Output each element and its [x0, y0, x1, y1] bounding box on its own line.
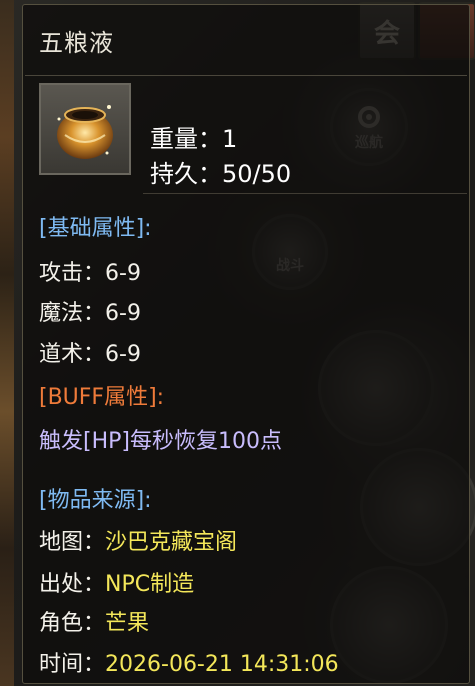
buff-attrs-heading: [BUFF属性]: [39, 385, 165, 410]
attr-value: 6-9 [105, 301, 141, 326]
left-edge-decor [0, 0, 14, 686]
weight-row: 重量：1 [150, 119, 237, 154]
buff-effect: 触发[HP]每秒恢复100点 [39, 429, 282, 454]
source-label: 时间： [39, 652, 106, 677]
golden-pot-icon [57, 105, 113, 159]
attr-label: 攻击： [39, 261, 106, 286]
attr-row-taoism: 道术：6-9 [39, 336, 141, 368]
weight-label: 重量： [150, 125, 222, 153]
source-value: 2026-06-21 14:31:06 [105, 652, 339, 677]
attr-label: 魔法： [39, 301, 106, 326]
item-tooltip: 五粮液 重量：1 持久：50/50 [基础属性]: 攻击：6-9 魔法：6-9 … [22, 4, 470, 684]
source-label: 出处： [39, 572, 106, 597]
source-heading: [物品来源]: [39, 488, 152, 513]
source-row-time: 时间：2026-06-21 14:31:06 [39, 646, 339, 678]
attr-value: 6-9 [105, 261, 141, 286]
attr-row-attack: 攻击：6-9 [39, 255, 141, 287]
weight-value: 1 [222, 125, 238, 153]
source-row-role: 角色：芒果 [39, 605, 149, 637]
stats-divider [143, 193, 467, 194]
source-value: 沙巴克藏宝阁 [105, 530, 238, 555]
source-value: 芒果 [105, 611, 150, 636]
source-row-origin: 出处：NPC制造 [39, 566, 194, 598]
source-value: NPC制造 [105, 572, 195, 597]
title-divider [25, 75, 467, 76]
source-label: 角色： [39, 611, 106, 636]
item-name: 五粮液 [39, 29, 114, 57]
source-label: 地图： [39, 530, 106, 555]
attr-label: 道术： [39, 342, 106, 367]
attr-value: 6-9 [105, 342, 141, 367]
durability-row: 持久：50/50 [150, 154, 291, 189]
durability-label: 持久： [150, 160, 222, 188]
attr-row-magic: 魔法：6-9 [39, 295, 141, 327]
base-attrs-heading: [基础属性]: [39, 216, 152, 241]
item-icon-slot [39, 83, 131, 175]
source-row-map: 地图：沙巴克藏宝阁 [39, 524, 237, 556]
durability-value: 50/50 [222, 160, 292, 188]
